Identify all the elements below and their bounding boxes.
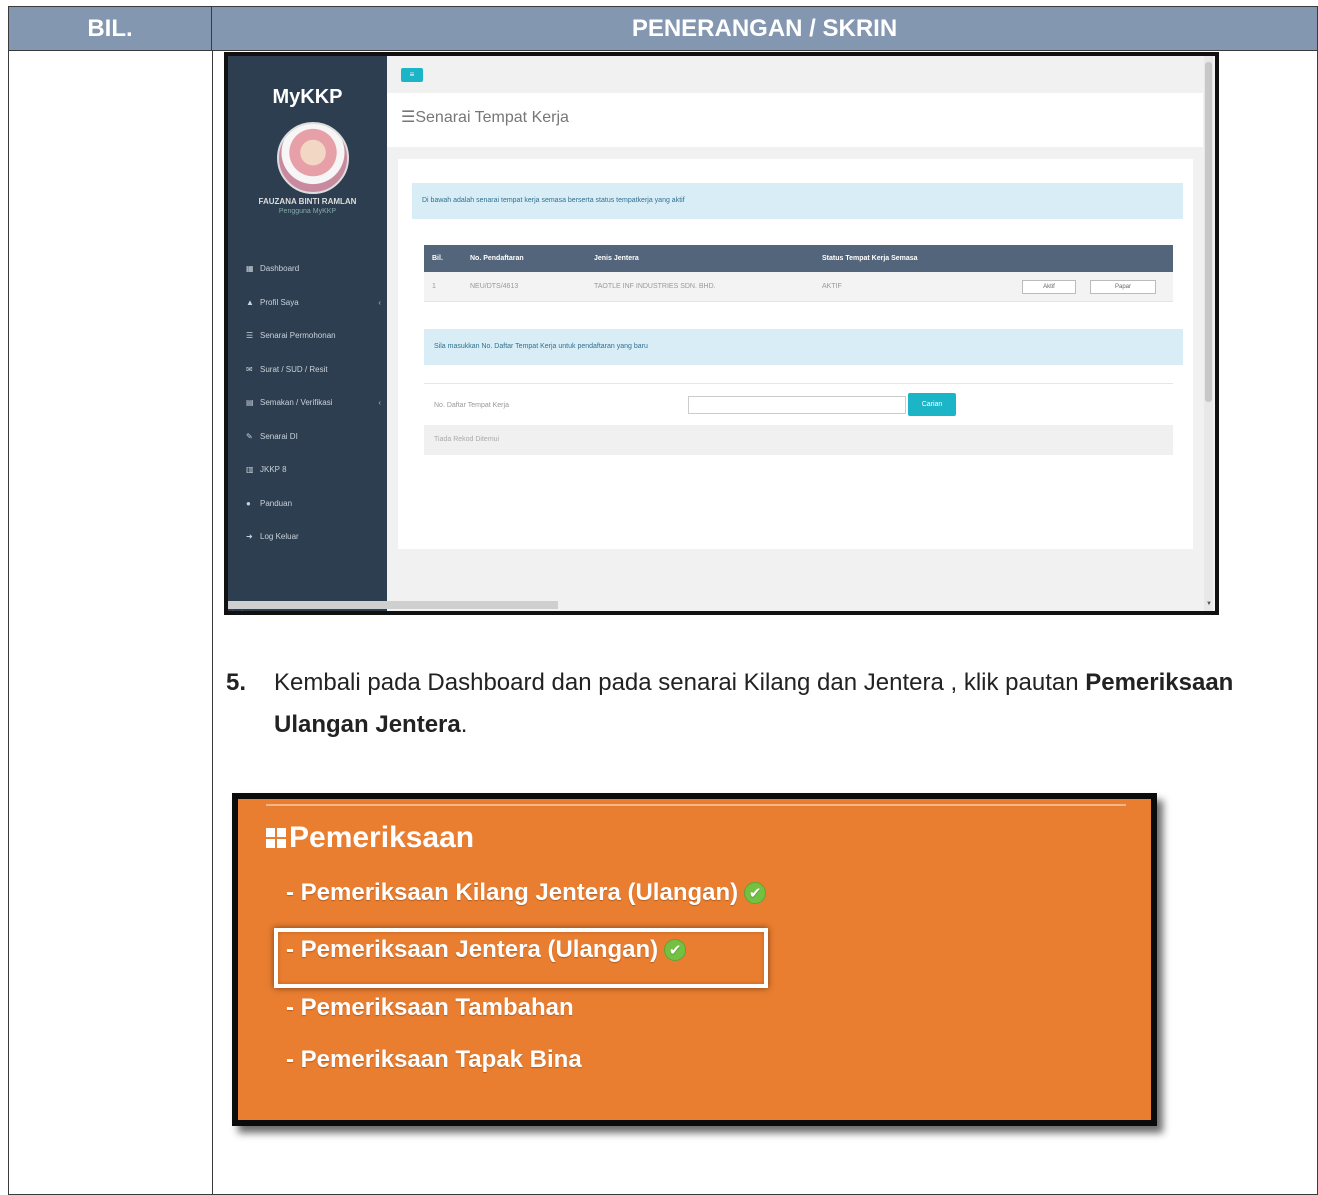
header-penerangan: PENERANGAN / SKRIN: [631, 15, 898, 42]
page-header: ☰Senarai Tempat Kerja: [387, 93, 1203, 147]
scroll-down-icon[interactable]: ▼: [1206, 601, 1212, 607]
user-role: Pengguna MyKKP: [278, 208, 337, 215]
form-label: No. Daftar Tempat Kerja: [434, 402, 509, 409]
sidebar-item-permohonan[interactable]: ☰ Senarai Permohonan: [246, 319, 381, 353]
cell-bil: 1: [432, 283, 436, 290]
mykkp-screenshot: MyKKP FAUZANA BINTI RAMLAN Pengguna MyKK…: [224, 52, 1219, 615]
sidebar-item-label: Profil Saya: [260, 297, 299, 307]
info-alert: Di bawah adalah senarai tempat kerja sem…: [412, 183, 1183, 219]
sidebar-item-label: Semakan / Verifikasi: [260, 398, 333, 408]
user-name: FAUZANA BINTI RAMLAN: [258, 197, 357, 206]
header-bil: BIL.: [9, 7, 212, 51]
link-pemeriksaan-tambahan[interactable]: - Pemeriksaan Tambahan: [286, 994, 574, 1022]
sidebar-item-logout[interactable]: ➜ Log Keluar: [246, 520, 381, 554]
sidebar-item-label: JKKP 8: [260, 465, 287, 475]
step-text-after: .: [460, 711, 468, 738]
sidebar-item-label: Senarai DI: [260, 431, 298, 441]
chevron-left-icon: ‹: [378, 297, 381, 307]
register-number-input[interactable]: [688, 396, 906, 414]
status-bar: localhost: [228, 601, 558, 611]
panel-title-text: Pemeriksaan: [289, 821, 475, 854]
sidebar-item-jkkp8[interactable]: ▥ JKKP 8: [246, 453, 381, 487]
status-bar-text: localhost: [232, 610, 252, 615]
topbar: ≡: [387, 56, 1215, 93]
info-alert-new: Sila masukkan No. Daftar Tempat Kerja un…: [424, 329, 1183, 365]
link-pemeriksaan-kilang-jentera[interactable]: - Pemeriksaan Kilang Jentera (Ulangan) ✔: [286, 879, 767, 907]
sidebar-item-panduan[interactable]: ● Panduan: [246, 487, 381, 521]
link-label: - Pemeriksaan Tambahan: [286, 994, 574, 1021]
grid-icon: [266, 828, 286, 848]
workplace-table: Bil. No. Pendaftaran Jenis Jentera Statu…: [424, 245, 1173, 302]
column-divider: [212, 51, 213, 1194]
step-text: Kembali pada Dashboard dan pada senarai …: [274, 662, 1274, 746]
step-text-before: Kembali pada Dashboard dan pada senarai …: [274, 669, 1086, 696]
table-header: BIL. PENERANGAN / SKRIN: [9, 7, 1317, 51]
divider: [424, 383, 1173, 384]
sidebar-item-label: Senarai Permohonan: [260, 331, 336, 341]
mail-icon: ✉: [246, 364, 253, 374]
aktif-button[interactable]: Aktif: [1022, 280, 1076, 294]
brand-logo[interactable]: MyKKP: [228, 86, 387, 109]
sidebar-item-surat[interactable]: ✉ Surat / SUD / Resit: [246, 353, 381, 387]
info-icon: ●: [246, 498, 251, 508]
bar-chart-icon: ▥: [246, 465, 254, 475]
link-label: - Pemeriksaan Kilang Jentera (Ulangan): [286, 879, 739, 906]
cell-no: NEU/DTS/4613: [470, 283, 519, 290]
page-title-text: Senarai Tempat Kerja: [415, 109, 569, 126]
sidebar-item-semakan[interactable]: ▤ Semakan / Verifikasi ‹: [246, 386, 381, 420]
column-header: Jenis Jentera: [594, 255, 639, 262]
sidebar-item-label: Log Keluar: [260, 532, 299, 542]
table-row: 1 NEU/DTS/4613 TAOTLE INF INDUSTRIES SDN…: [424, 272, 1173, 302]
page-title: ☰Senarai Tempat Kerja: [401, 107, 569, 127]
cell-status: AKTIF: [822, 283, 842, 290]
check-icon: ✔: [744, 882, 767, 904]
column-header: No. Pendaftaran: [470, 255, 524, 262]
table-header-row: Bil. No. Pendaftaran Jenis Jentera Statu…: [424, 245, 1173, 272]
link-label: - Pemeriksaan Tapak Bina: [286, 1046, 582, 1073]
column-header: Status Tempat Kerja Semasa: [822, 255, 918, 262]
sidebar-item-profil[interactable]: ▲ Profil Saya ‹: [246, 286, 381, 320]
pemeriksaan-panel: Pemeriksaan - Pemeriksaan Kilang Jentera…: [232, 793, 1157, 1126]
sidebar: MyKKP FAUZANA BINTI RAMLAN Pengguna MyKK…: [228, 56, 387, 611]
highlight-box: [274, 928, 768, 988]
cell-jenis: TAOTLE INF INDUSTRIES SDN. BHD.: [594, 283, 716, 290]
list-icon: ☰: [246, 331, 254, 341]
list-icon: ☰: [401, 109, 416, 126]
edit-icon: ✎: [246, 431, 253, 441]
certificate-icon: ▤: [246, 398, 254, 408]
panel-title: Pemeriksaan: [266, 821, 474, 855]
avatar: [277, 122, 349, 194]
dashboard-icon: ▦: [246, 264, 254, 274]
divider: [266, 804, 1126, 806]
chevron-left-icon: ‹: [378, 398, 381, 408]
sidebar-item-label: Surat / SUD / Resit: [260, 364, 328, 374]
sidebar-menu: ▦ Dashboard ▲ Profil Saya ‹ ☰ Senarai Permoh…: [246, 252, 381, 554]
vertical-scrollbar[interactable]: [1205, 62, 1212, 402]
step-number: 5.: [226, 669, 247, 696]
papar-button[interactable]: Papar: [1090, 280, 1156, 294]
sidebar-item-senarai-di[interactable]: ✎ Senarai DI: [246, 420, 381, 454]
link-pemeriksaan-tapak-bina[interactable]: - Pemeriksaan Tapak Bina: [286, 1046, 582, 1074]
sidebar-item-label: Panduan: [260, 498, 293, 508]
logout-icon: ➜: [246, 532, 253, 542]
menu-toggle-button[interactable]: ≡: [401, 68, 423, 82]
search-button[interactable]: Carian: [908, 393, 956, 416]
no-record-row: Tiada Rekod Ditemui: [424, 425, 1173, 455]
main-content: Di bawah adalah senarai tempat kerja sem…: [398, 159, 1193, 549]
sidebar-item-label: Dashboard: [260, 264, 300, 274]
sidebar-item-dashboard[interactable]: ▦ Dashboard: [246, 252, 381, 286]
user-icon: ▲: [246, 297, 254, 307]
column-header: Bil.: [432, 255, 443, 262]
